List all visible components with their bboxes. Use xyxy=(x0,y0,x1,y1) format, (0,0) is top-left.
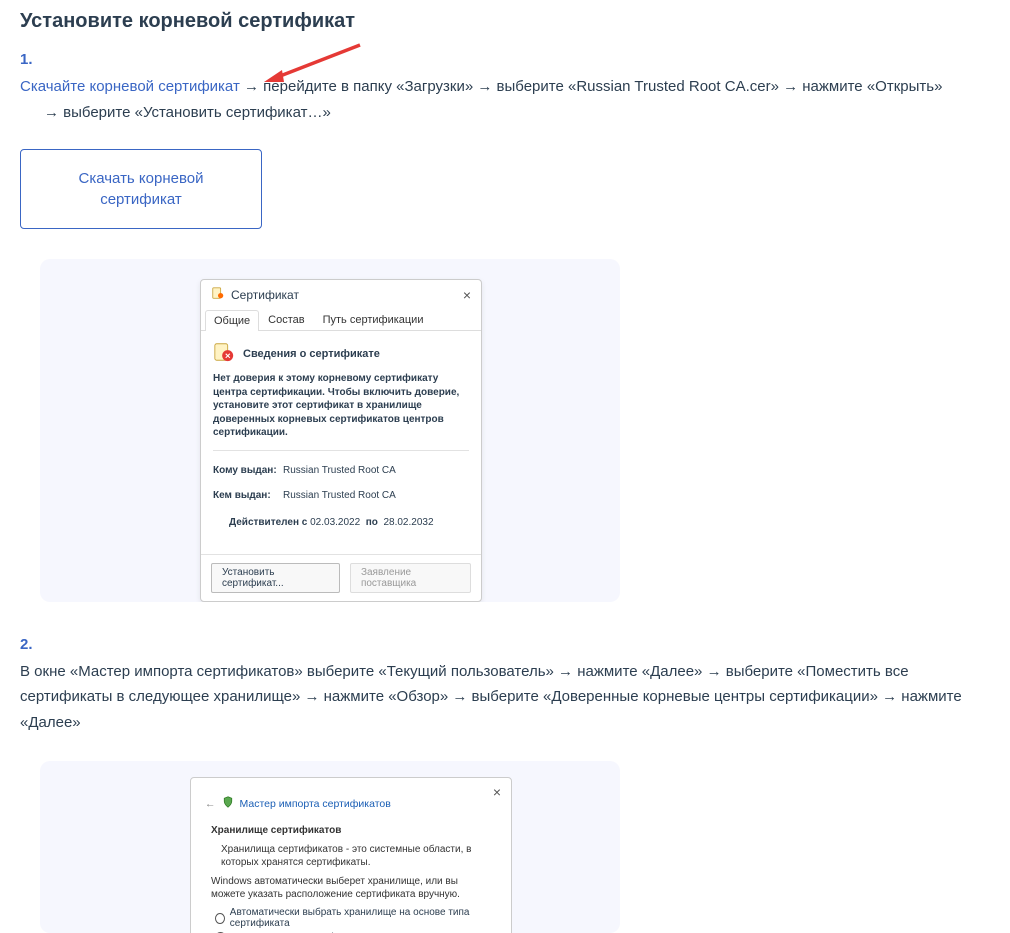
step-1-rest-a: → перейдите в папку «Загрузки» → выберит… xyxy=(240,78,943,95)
wizard-shield-icon xyxy=(222,796,234,811)
tab-details[interactable]: Состав xyxy=(259,309,313,330)
step-1-text: Скачайте корневой сертификат → перейдите… xyxy=(20,74,990,125)
issued-by-label: Кем выдан: xyxy=(213,490,283,501)
store-heading: Хранилище сертификатов xyxy=(211,824,491,837)
auto-select-text: Windows автоматически выберет хранилище,… xyxy=(211,875,491,901)
tab-path[interactable]: Путь сертификации xyxy=(314,309,433,330)
valid-from: 02.03.2022 xyxy=(310,517,360,528)
download-root-cert-button[interactable]: Скачать корневой сертификат xyxy=(20,149,262,229)
wizard-title: Мастер импорта сертификатов xyxy=(240,798,391,810)
radio-auto-select[interactable]: Автоматически выбрать хранилище на основ… xyxy=(215,907,491,929)
step-1-number: 1. xyxy=(20,51,990,68)
valid-label: Действителен с xyxy=(229,517,307,528)
cert-info-heading: Сведения о сертификате xyxy=(243,348,380,360)
radio-auto-label: Автоматически выбрать хранилище на основ… xyxy=(230,907,491,929)
step-1-rest-b: → выберите «Установить сертификат…» xyxy=(20,100,331,126)
import-wizard-window: × ← Мастер импорта сертификатов Хранилищ… xyxy=(190,777,512,933)
download-cert-link[interactable]: Скачайте корневой сертификат xyxy=(20,78,240,95)
install-cert-button[interactable]: Установить сертификат... xyxy=(211,563,340,593)
section-title: Установите корневой сертификат xyxy=(20,10,990,33)
step-2-text: В окне «Мастер импорта сертификатов» выб… xyxy=(20,659,990,736)
svg-text:✕: ✕ xyxy=(225,351,231,360)
issued-to-label: Кому выдан: xyxy=(213,465,283,476)
issuer-statement-button: Заявление поставщика xyxy=(350,563,471,593)
screenshot-cert-dialog: Сертификат × Общие Состав Путь сертифика… xyxy=(40,259,620,602)
tab-general[interactable]: Общие xyxy=(205,310,259,331)
certificate-window: Сертификат × Общие Состав Путь сертифика… xyxy=(200,279,482,602)
screenshot-wizard-dialog: × ← Мастер импорта сертификатов Хранилищ… xyxy=(40,761,620,933)
issued-by-value: Russian Trusted Root CA xyxy=(283,490,396,501)
cert-trust-text: Нет доверия к этому корневому сертификат… xyxy=(213,372,469,451)
step-2-number: 2. xyxy=(20,636,990,653)
cert-warning-icon: ✕ xyxy=(213,341,235,366)
close-icon[interactable]: × xyxy=(463,287,471,303)
issued-to-value: Russian Trusted Root CA xyxy=(283,465,396,476)
valid-sep: по xyxy=(366,517,378,528)
certificate-icon xyxy=(211,286,225,303)
back-arrow-icon[interactable]: ← xyxy=(205,798,216,810)
cert-window-title: Сертификат xyxy=(231,288,299,302)
close-icon[interactable]: × xyxy=(493,784,501,800)
store-subtext: Хранилища сертификатов - это системные о… xyxy=(221,843,491,869)
valid-to: 28.02.2032 xyxy=(383,517,433,528)
